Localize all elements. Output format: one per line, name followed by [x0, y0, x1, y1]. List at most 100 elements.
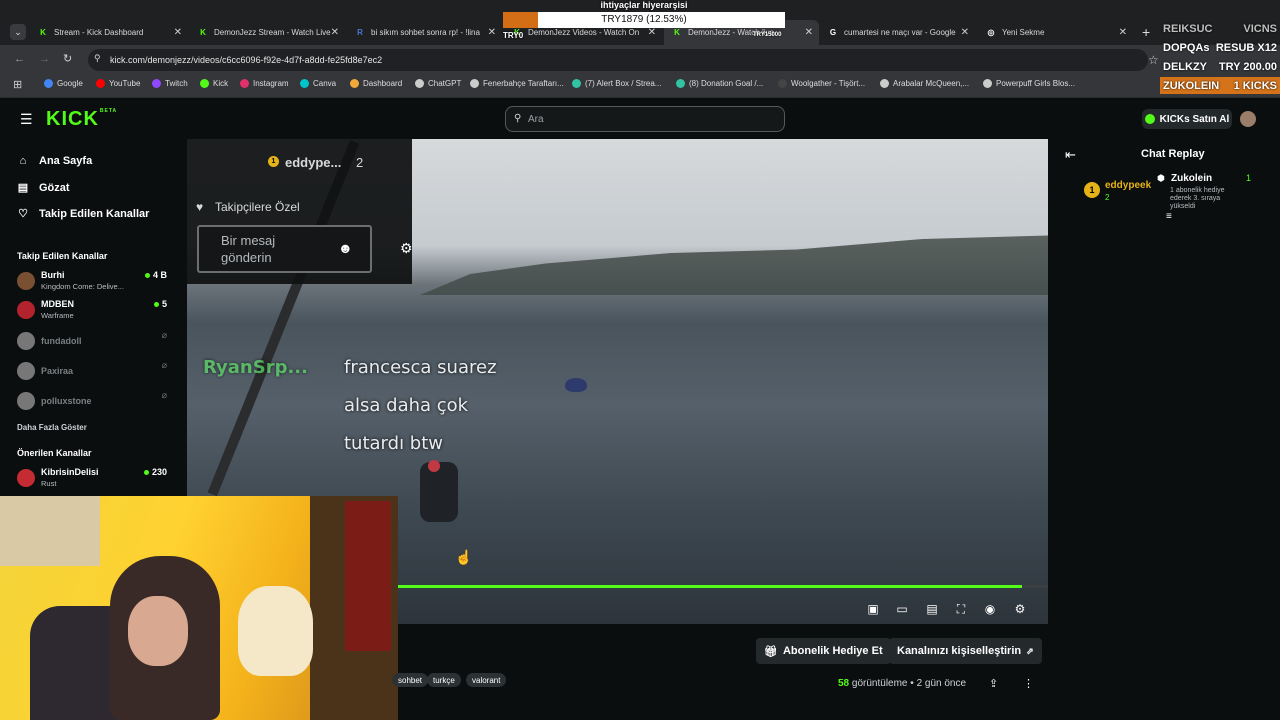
browser-tab[interactable]: K DemonJezz Stream - Watch Live ✕ — [190, 20, 345, 45]
menu-icon[interactable]: ☰ — [20, 111, 33, 128]
customize-channel-button[interactable]: Kanalınızı kişiselleştirin ⇗ — [889, 638, 1042, 664]
fullscreen-icon[interactable]: ⛶ — [954, 602, 968, 616]
channel-item[interactable]: Burhi Kingdom Come: Delive... 4 B — [17, 268, 167, 294]
bookmark-item[interactable]: Google — [44, 79, 83, 88]
bookmark-item[interactable]: ChatGPT — [415, 79, 461, 88]
bookmark-favicon-icon — [470, 79, 479, 88]
search-input[interactable]: Ara — [505, 106, 785, 132]
vod-chat-user: eddype... — [285, 155, 342, 170]
url-field[interactable]: kick.com/demonjezz/videos/c6cc6096-f92e-… — [88, 49, 1148, 71]
new-tab-button[interactable]: + — [1142, 24, 1150, 40]
playback-speed-icon[interactable]: ◉ — [983, 602, 997, 616]
more-options-icon[interactable]: ⋮ — [1023, 677, 1034, 690]
following-icon: ♡ — [18, 208, 28, 220]
bookmark-favicon-icon — [983, 79, 992, 88]
reload-icon[interactable]: ↻ — [63, 52, 72, 65]
bookmark-item[interactable]: Dashboard — [350, 79, 402, 88]
bookmark-item[interactable]: Instagram — [240, 79, 289, 88]
bookmark-item[interactable]: Woolgather - Tişört... — [778, 79, 865, 88]
forward-icon[interactable]: → — [39, 53, 50, 65]
vod-followers-only: Takipçilere Özel — [215, 200, 300, 214]
viewer-count: ⌀ — [162, 360, 167, 371]
bookmark-favicon-icon — [200, 79, 209, 88]
tag-chip[interactable]: sohbet — [392, 673, 429, 687]
tab-label: Yeni Sekme — [1002, 28, 1045, 37]
buy-kicks-button[interactable]: KICKs Satın Al — [1142, 109, 1232, 129]
bookmark-label: Dashboard — [363, 79, 403, 88]
user-avatar[interactable] — [1240, 111, 1256, 127]
nav-home[interactable]: ⌂ Ana Sayfa — [17, 155, 93, 167]
channel-item[interactable]: KibrisinDelisi Rust 230 — [17, 465, 167, 491]
show-more-link[interactable]: Daha Fazla Göster — [17, 423, 87, 432]
viewer-count: 230 — [143, 467, 167, 477]
nav-browse[interactable]: ▤ Gözat — [17, 182, 70, 194]
tag-chip[interactable]: valorant — [466, 673, 507, 687]
tab-close-icon[interactable]: ✕ — [1119, 27, 1127, 38]
caption-line-2: alsa daha çok — [344, 395, 469, 416]
back-icon[interactable]: ← — [14, 53, 25, 65]
clip-icon[interactable]: ▤ — [925, 602, 939, 616]
nav-label: Ana Sayfa — [39, 155, 93, 167]
video-reel-knob — [428, 460, 440, 472]
theater-icon[interactable]: ▭ — [895, 602, 909, 616]
channel-item[interactable]: Paxiraa ⌀ — [17, 358, 167, 384]
tab-close-icon[interactable]: ✕ — [805, 27, 813, 38]
bookmark-favicon-icon — [44, 79, 53, 88]
buy-kicks-label: KICKs Satın Al — [1159, 113, 1230, 125]
channel-item[interactable]: fundadoll ⌀ — [17, 328, 167, 354]
channel-avatar — [17, 392, 35, 410]
channel-name: KibrisinDelisi — [41, 467, 99, 477]
bookmark-favicon-icon — [676, 79, 685, 88]
vod-heart-icon: ♥ — [196, 200, 204, 214]
bookmark-label: YouTube — [109, 79, 141, 88]
viewer-count: ⌀ — [162, 330, 167, 341]
hud-user: ZUKOLEIN — [1163, 79, 1220, 92]
nav-following[interactable]: ♡ Takip Edilen Kanallar — [17, 208, 149, 220]
browser-tab[interactable]: K Stream - Kick Dashboard ✕ — [30, 20, 188, 45]
webcam-calendar — [345, 501, 391, 651]
browser-tab[interactable]: ◎ Yeni Sekme ✕ — [978, 20, 1133, 45]
tab-close-icon[interactable]: ✕ — [331, 27, 339, 38]
channel-item[interactable]: polluxstone ⌀ — [17, 388, 167, 414]
tab-close-icon[interactable]: ✕ — [174, 27, 182, 38]
chat-filter-icon[interactable]: ≡ — [1166, 211, 1172, 222]
channel-item[interactable]: MDBEN Warframe 5 — [17, 297, 167, 323]
bookmark-item[interactable]: Arabalar McQueen,... — [880, 79, 969, 88]
vod-settings-icon: ⚙ — [400, 240, 413, 256]
bookmark-label: Powerpuff Girls Blos... — [996, 79, 1075, 88]
home-icon: ⌂ — [19, 155, 27, 167]
bookmark-item[interactable]: Canva — [300, 79, 336, 88]
browser-tab[interactable]: Gcumartesi ne maçı var - Google ✕ — [820, 20, 975, 45]
site-info-icon[interactable]: ⚲ — [94, 53, 101, 64]
gift-sub-button[interactable]: 🎁︎ Abonelik Hediye Et — [756, 638, 891, 664]
browser-tab[interactable]: Rbi sikım sohbet sonra rp! - !lina ✕ — [347, 20, 502, 45]
bookmark-item[interactable]: Powerpuff Girls Blos... — [983, 79, 1075, 88]
apps-icon[interactable]: ⊞ — [13, 78, 22, 91]
tab-close-icon[interactable]: ✕ — [488, 27, 496, 38]
tag-chip[interactable]: turkçe — [427, 673, 461, 687]
bookmark-item[interactable]: Fenerbahçe Taraftarı... — [470, 79, 564, 88]
collapse-chat-icon[interactable]: ⇤ — [1065, 147, 1076, 163]
bookmark-item[interactable]: YouTube — [96, 79, 140, 88]
customize-label: Kanalınızı kişiselleştirin — [897, 645, 1022, 657]
channel-avatar — [17, 362, 35, 380]
settings-icon[interactable]: ⚙ — [1013, 602, 1027, 616]
bookmark-item[interactable]: (8) Donation Goal /... — [676, 79, 763, 88]
kick-logo[interactable]: KICKBETA — [46, 108, 117, 131]
share-icon[interactable]: ⇪ — [989, 677, 998, 690]
gift-icon: 🎁︎ — [764, 645, 778, 658]
bookmark-item[interactable]: Twitch — [152, 79, 188, 88]
pip-icon[interactable]: ▣ — [866, 602, 880, 616]
bookmark-favicon-icon — [152, 79, 161, 88]
live-dot — [143, 470, 149, 476]
gift-event-count: 1 — [1246, 173, 1252, 183]
bookmark-favicon-icon — [96, 79, 105, 88]
tab-close-icon[interactable]: ✕ — [961, 27, 969, 38]
bookmark-star-icon[interactable]: ☆ — [1148, 53, 1159, 67]
bookmark-item[interactable]: (7) Alert Box / Strea... — [572, 79, 661, 88]
webcam-overlay — [0, 496, 398, 720]
webcam-wall-panel — [0, 496, 100, 566]
bookmark-item[interactable]: Kick — [200, 79, 228, 88]
tab-search-button[interactable]: ⌄ — [10, 24, 26, 40]
hud-event-row: DOPQAs RESUB X12 — [1160, 39, 1280, 56]
